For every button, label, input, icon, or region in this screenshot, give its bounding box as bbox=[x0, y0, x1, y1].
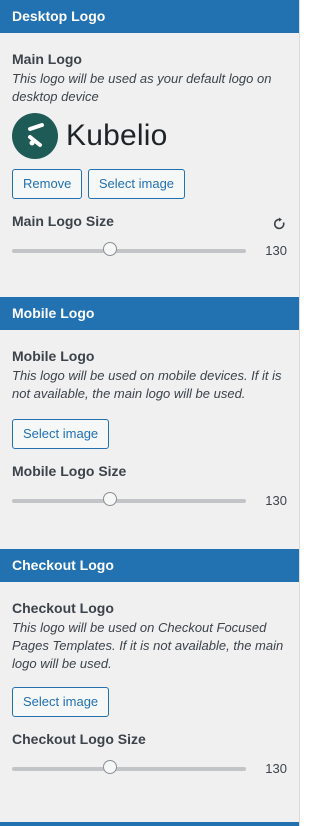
mobile-logo-label: Mobile Logo bbox=[12, 348, 95, 364]
slider-value: 130 bbox=[265, 493, 287, 508]
logo-settings-panel: Desktop Logo Main Logo This logo will be… bbox=[0, 0, 300, 826]
slider-thumb[interactable] bbox=[103, 492, 118, 506]
kubelio-logo-mark-icon bbox=[12, 113, 58, 159]
mobile-logo-size-label: Mobile Logo Size bbox=[12, 463, 127, 479]
main-logo-description: This logo will be used as your default l… bbox=[12, 71, 272, 104]
checkout-logo-size-slider[interactable]: 130 bbox=[12, 759, 287, 779]
logo-wordmark: Kubelio bbox=[66, 119, 168, 152]
section-header-desktop-logo: Desktop Logo bbox=[0, 0, 299, 33]
slider-track[interactable] bbox=[12, 249, 246, 253]
checkout-logo-size-label: Checkout Logo Size bbox=[12, 731, 146, 747]
mobile-logo-description: This logo will be used on mobile devices… bbox=[12, 368, 282, 401]
mobile-select-image-button[interactable]: Select image bbox=[12, 419, 110, 449]
next-section-edge bbox=[0, 822, 299, 826]
checkout-logo-section: Checkout Logo This logo will be used on … bbox=[0, 582, 299, 822]
slider-track[interactable] bbox=[12, 499, 246, 503]
main-logo-size-label: Main Logo Size bbox=[12, 213, 114, 229]
main-logo-preview[interactable]: Kubelio bbox=[12, 111, 287, 161]
slider-thumb[interactable] bbox=[103, 242, 118, 256]
section-header-mobile-logo: Mobile Logo bbox=[0, 297, 299, 330]
main-logo-label: Main Logo bbox=[12, 51, 82, 67]
slider-value: 130 bbox=[265, 761, 287, 776]
mobile-logo-size-slider[interactable]: 130 bbox=[12, 491, 287, 511]
desktop-logo-section: Main Logo This logo will be used as your… bbox=[0, 33, 299, 297]
checkout-logo-label: Checkout Logo bbox=[12, 600, 114, 616]
checkout-logo-description: This logo will be used on Checkout Focus… bbox=[12, 620, 284, 671]
reset-icon[interactable] bbox=[273, 217, 287, 231]
slider-thumb[interactable] bbox=[103, 760, 118, 774]
section-header-checkout-logo: Checkout Logo bbox=[0, 549, 299, 582]
checkout-select-image-button[interactable]: Select image bbox=[12, 687, 110, 717]
mobile-logo-section: Mobile Logo This logo will be used on mo… bbox=[0, 330, 299, 549]
main-logo-size-slider[interactable]: 130 bbox=[12, 241, 287, 261]
slider-track[interactable] bbox=[12, 767, 246, 771]
select-image-button[interactable]: Select image bbox=[87, 169, 186, 199]
remove-logo-button[interactable]: Remove bbox=[12, 169, 83, 199]
slider-value: 130 bbox=[265, 243, 287, 258]
